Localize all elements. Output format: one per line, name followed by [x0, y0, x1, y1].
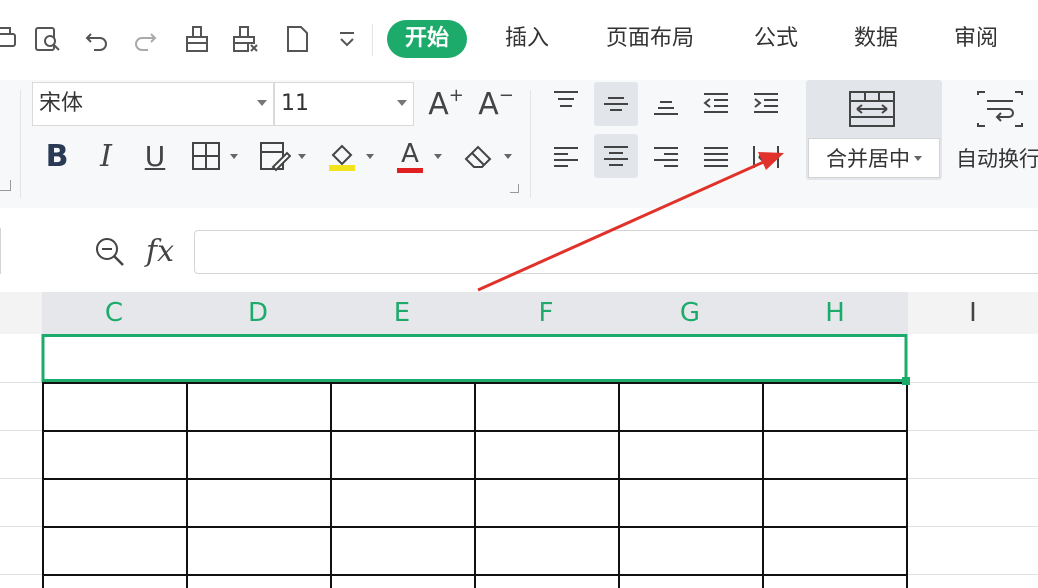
print-preview-icon[interactable] [30, 22, 64, 56]
font-name-value: 宋体 [39, 91, 84, 116]
column-header-g[interactable]: G [618, 292, 762, 334]
cell-style-dropdown-icon[interactable] [298, 154, 306, 159]
align-bottom-icon [654, 101, 678, 115]
clear-dropdown-icon[interactable] [504, 154, 512, 159]
decrease-indent-button[interactable] [696, 82, 736, 124]
distributed-align-button[interactable] [746, 136, 786, 178]
align-top-button[interactable] [546, 82, 586, 124]
column-header-d[interactable]: D [186, 292, 330, 334]
align-center-icon [604, 146, 628, 166]
increase-font-letter: A [428, 86, 449, 122]
column-header-i[interactable]: I [908, 292, 1038, 334]
wrap-text-label: 自动换行 [956, 147, 1038, 171]
justify-button[interactable] [696, 136, 736, 178]
fill-color-dropdown-icon[interactable] [366, 154, 374, 159]
merge-center-button[interactable] [842, 86, 902, 132]
print-icon[interactable] [0, 22, 20, 56]
font-name-combo[interactable]: 宋体 [32, 82, 274, 126]
column-header-c[interactable]: C [42, 292, 186, 334]
font-color-letter: A [401, 138, 419, 169]
align-top-icon [554, 91, 578, 107]
column-header-f[interactable]: F [474, 292, 618, 334]
tab-home[interactable]: 开始 [387, 20, 468, 58]
toolbar-separator [372, 24, 373, 56]
align-right-button[interactable] [646, 136, 686, 178]
insert-function-button[interactable]: fx [146, 232, 174, 272]
outdent-icon [703, 93, 728, 113]
minus-icon: − [498, 84, 514, 106]
align-bottom-button[interactable] [646, 82, 686, 124]
customize-toolbar-icon[interactable] [330, 22, 364, 56]
undo-icon[interactable] [80, 22, 114, 56]
selected-range[interactable] [41, 334, 908, 382]
merge-center-label: 合并居中 [826, 147, 910, 171]
distributed-align-icon [753, 146, 779, 168]
table-borders [42, 382, 908, 588]
redo-icon[interactable] [128, 22, 162, 56]
column-header-h[interactable]: H [762, 292, 908, 334]
justify-icon [704, 147, 728, 167]
tab-page-layout[interactable]: 页面布局 [606, 20, 694, 58]
format-painter-icon[interactable] [180, 22, 214, 56]
eraser-icon [464, 145, 492, 168]
bold-letter: B [45, 138, 69, 174]
align-center-button[interactable] [594, 134, 638, 178]
new-document-icon[interactable] [280, 22, 314, 56]
font-color-bar [397, 167, 423, 173]
borders-button[interactable] [186, 138, 226, 174]
fill-color-button[interactable] [322, 136, 362, 176]
tab-data[interactable]: 数据 [854, 20, 898, 58]
indent-icon [754, 93, 778, 113]
italic-letter: I [100, 138, 112, 174]
wrap-text-icon [977, 91, 1023, 127]
align-middle-icon [604, 97, 628, 111]
tab-formulas[interactable]: 公式 [754, 20, 798, 58]
borders-icon [192, 142, 220, 170]
font-color-dropdown-icon[interactable] [434, 154, 442, 159]
zoom-lookup-button[interactable] [90, 232, 130, 272]
magnifier-icon [96, 238, 124, 266]
bold-button[interactable]: B [38, 136, 76, 176]
clear-format-icon[interactable] [228, 22, 262, 56]
align-left-icon [554, 147, 578, 167]
worksheet-grid[interactable] [0, 334, 1038, 588]
ribbon-group-separator [20, 90, 21, 198]
name-box-edge [0, 228, 1, 274]
wrap-text-button[interactable] [972, 86, 1028, 132]
italic-button[interactable]: I [88, 136, 124, 176]
fill-handle[interactable] [902, 377, 910, 385]
increase-font-size-button[interactable]: A + [426, 84, 466, 124]
chevron-down-icon [257, 100, 267, 106]
borders-dropdown-icon[interactable] [230, 154, 238, 159]
plus-icon: + [448, 84, 464, 106]
group-launcher-icon[interactable] [0, 180, 11, 191]
merge-center-dropdown[interactable]: 合并居中 [808, 138, 940, 178]
font-color-button[interactable]: A [390, 136, 430, 176]
chevron-down-icon [914, 155, 922, 161]
decrease-font-letter: A [478, 86, 499, 122]
align-left-button[interactable] [546, 136, 586, 178]
paint-bucket-icon [329, 144, 355, 171]
select-all-corner[interactable] [0, 292, 42, 334]
column-header-e[interactable]: E [330, 292, 474, 334]
font-group-launcher-icon[interactable] [510, 184, 519, 193]
align-middle-button[interactable] [594, 82, 638, 126]
underline-letter: U [144, 139, 166, 173]
ribbon-group-separator [530, 90, 531, 198]
merge-cells-icon [849, 91, 895, 127]
underline-button[interactable]: U [136, 136, 174, 176]
clear-button[interactable] [458, 138, 500, 174]
cell-style-icon [260, 142, 291, 172]
formula-input[interactable] [194, 230, 1038, 274]
cell-style-button[interactable] [254, 138, 294, 174]
align-right-icon [654, 147, 678, 167]
font-size-value: 11 [281, 91, 309, 116]
tab-insert[interactable]: 插入 [505, 20, 549, 58]
quick-access-and-tab-bar: 开始 插入 页面布局 公式 数据 审阅 [0, 0, 1038, 80]
increase-indent-button[interactable] [746, 82, 786, 124]
font-size-combo[interactable]: 11 [274, 82, 414, 126]
chevron-down-icon [397, 100, 407, 106]
decrease-font-size-button[interactable]: A − [476, 84, 516, 124]
tab-review[interactable]: 审阅 [954, 20, 998, 58]
